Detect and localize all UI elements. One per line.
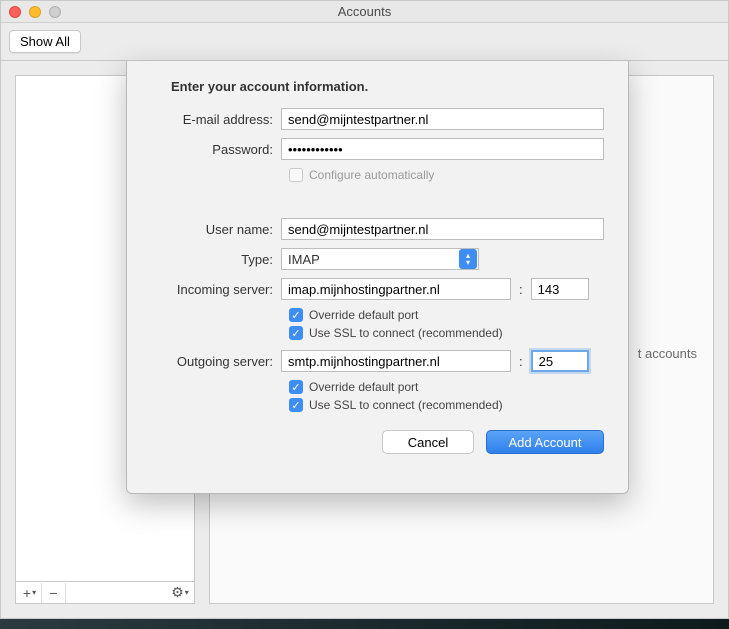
incoming-port-field[interactable] xyxy=(531,278,589,300)
new-account-sheet: Enter your account information. E-mail a… xyxy=(126,61,629,494)
password-label: Password: xyxy=(151,142,281,157)
select-arrows-icon: ▴▾ xyxy=(459,249,477,269)
type-select-value: IMAP xyxy=(288,252,320,267)
sheet-heading: Enter your account information. xyxy=(171,79,604,94)
background-hint-text: t accounts xyxy=(638,346,697,361)
username-field[interactable] xyxy=(281,218,604,240)
cancel-button[interactable]: Cancel xyxy=(382,430,474,454)
chevron-down-icon: ▾ xyxy=(185,588,189,597)
toolbar: Show All xyxy=(1,23,728,61)
add-account-icon[interactable]: +▾ xyxy=(18,583,42,603)
outgoing-override-port-label: Override default port xyxy=(309,380,418,394)
add-account-button[interactable]: Add Account xyxy=(486,430,604,454)
type-select[interactable]: IMAP ▴▾ xyxy=(281,248,479,270)
accounts-window: Accounts Show All +▾ − ⚙▾ t accounts Ent… xyxy=(0,0,729,619)
window-title: Accounts xyxy=(1,4,728,19)
outgoing-server-field[interactable] xyxy=(281,350,511,372)
incoming-ssl-label: Use SSL to connect (recommended) xyxy=(309,326,503,340)
port-separator: : xyxy=(517,282,525,297)
outgoing-ssl-checkbox[interactable]: ✓ xyxy=(289,398,303,412)
accounts-list-footer: +▾ − ⚙▾ xyxy=(16,581,194,603)
incoming-label: Incoming server: xyxy=(151,282,281,297)
outgoing-label: Outgoing server: xyxy=(151,354,281,369)
desktop-strip xyxy=(0,619,729,629)
show-all-button[interactable]: Show All xyxy=(9,30,81,53)
incoming-ssl-checkbox[interactable]: ✓ xyxy=(289,326,303,340)
port-separator: : xyxy=(517,354,525,369)
outgoing-override-port-checkbox[interactable]: ✓ xyxy=(289,380,303,394)
email-field[interactable] xyxy=(281,108,604,130)
sheet-button-row: Cancel Add Account xyxy=(151,430,604,454)
configure-auto-label: Configure automatically xyxy=(309,168,434,182)
incoming-server-field[interactable] xyxy=(281,278,511,300)
username-label: User name: xyxy=(151,222,281,237)
outgoing-ssl-label: Use SSL to connect (recommended) xyxy=(309,398,503,412)
incoming-override-port-label: Override default port xyxy=(309,308,418,322)
remove-account-icon[interactable]: − xyxy=(42,583,66,603)
incoming-override-port-checkbox[interactable]: ✓ xyxy=(289,308,303,322)
plus-icon: + xyxy=(23,585,31,601)
type-label: Type: xyxy=(151,252,281,267)
password-field[interactable] xyxy=(281,138,604,160)
titlebar: Accounts xyxy=(1,1,728,23)
email-label: E-mail address: xyxy=(151,112,281,127)
settings-gear-icon[interactable]: ⚙▾ xyxy=(168,583,192,603)
outgoing-port-field[interactable] xyxy=(531,350,589,372)
chevron-down-icon: ▾ xyxy=(32,588,36,597)
configure-auto-checkbox[interactable] xyxy=(289,168,303,182)
gear-icon: ⚙ xyxy=(171,584,184,601)
